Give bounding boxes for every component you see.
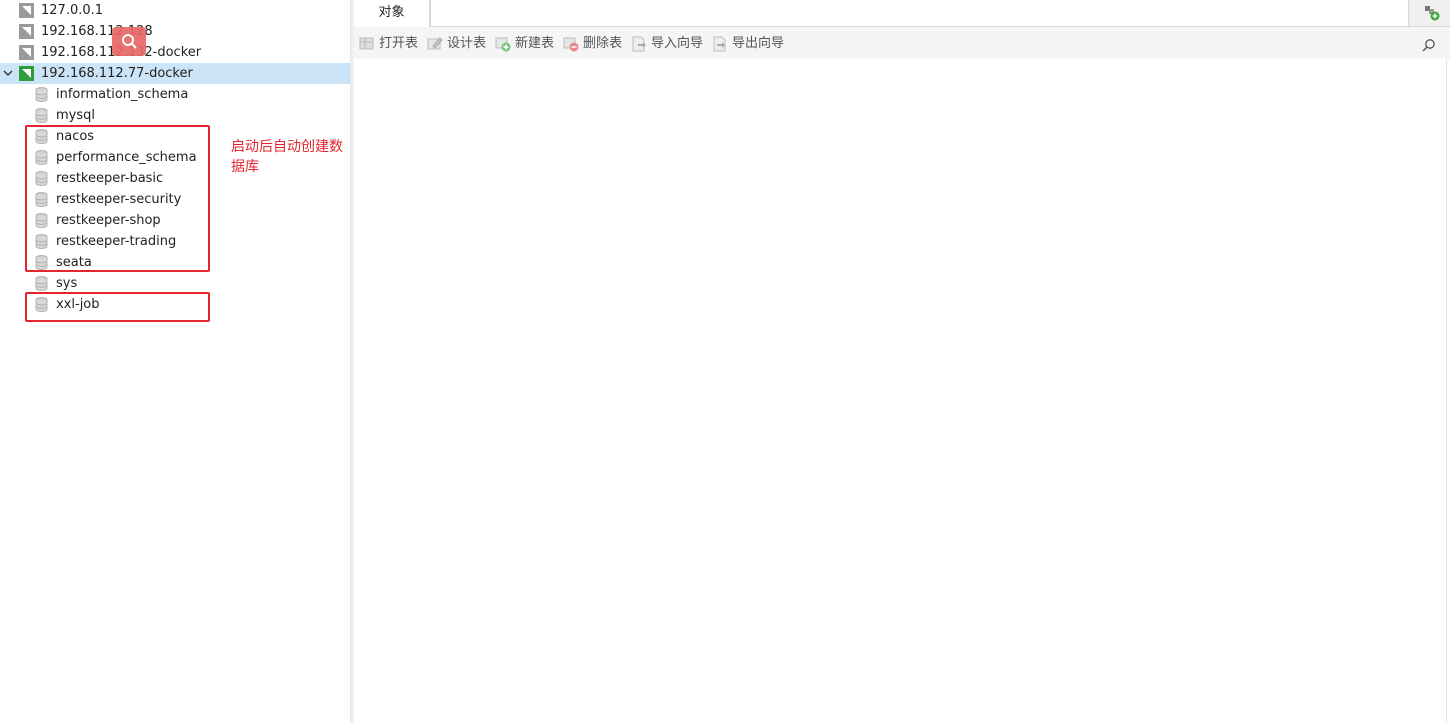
delete-table-icon — [563, 37, 579, 52]
highlight-box — [25, 125, 210, 272]
mysql-connection-icon — [19, 45, 34, 60]
navigation-tree: 127.0.0.1 192.168.112.128 192.168.112.13… — [0, 0, 350, 723]
add-tab-button[interactable] — [1410, 0, 1450, 26]
mysql-connection-icon — [19, 3, 34, 18]
import-icon — [632, 36, 646, 52]
connection-label: 192.168.112.77-docker — [41, 66, 193, 81]
delete-table-label: 删除表 — [583, 36, 623, 51]
search-icon — [122, 34, 137, 49]
database-item[interactable]: sys — [0, 273, 350, 294]
connection-item[interactable]: 192.168.112.128 — [0, 21, 350, 42]
object-toolbar: 打开表 设计表 新建表 删除表 导入向导 导出向导 — [354, 27, 1450, 59]
database-label: mysql — [56, 108, 95, 123]
connection-item-active[interactable]: 192.168.112.77-docker — [0, 63, 350, 84]
export-wizard-label: 导出向导 — [732, 36, 785, 51]
annotation-note: 启动后自动创建数据库 — [231, 139, 343, 175]
tab-strip-empty — [430, 0, 1409, 26]
open-table-label: 打开表 — [379, 36, 419, 51]
design-table-icon — [427, 37, 443, 50]
connection-item[interactable]: 127.0.0.1 — [0, 0, 350, 21]
highlight-box — [25, 292, 210, 322]
database-icon — [35, 276, 48, 291]
open-table-icon — [359, 37, 374, 50]
new-table-label: 新建表 — [515, 36, 555, 51]
main-pane: 对象 打开表 设计表 新建表 删除表 导入向导 导出向导 — [354, 0, 1450, 723]
database-label: information_schema — [56, 87, 189, 102]
database-label: sys — [56, 276, 78, 291]
import-wizard-label: 导入向导 — [651, 36, 704, 51]
design-table-label: 设计表 — [447, 36, 487, 51]
chevron-down-icon[interactable] — [3, 68, 13, 78]
tab-label: 对象 — [378, 5, 405, 20]
database-item[interactable]: mysql — [0, 105, 350, 126]
search-icon[interactable] — [1422, 38, 1436, 52]
tab-bar: 对象 — [354, 0, 1450, 27]
search-overlay-badge[interactable] — [112, 27, 146, 56]
add-tab-icon — [1425, 6, 1440, 21]
export-icon — [713, 36, 726, 52]
new-table-icon — [495, 37, 511, 52]
connection-label: 127.0.0.1 — [41, 3, 104, 18]
connection-item[interactable]: 192.168.112.132-docker — [0, 42, 350, 63]
mysql-connection-icon — [19, 24, 34, 39]
object-list-area[interactable] — [354, 59, 1447, 723]
database-item[interactable]: information_schema — [0, 84, 350, 105]
database-icon — [35, 108, 48, 123]
mysql-connection-icon — [19, 66, 34, 81]
tab-objects[interactable]: 对象 — [354, 0, 430, 27]
database-icon — [35, 87, 48, 102]
